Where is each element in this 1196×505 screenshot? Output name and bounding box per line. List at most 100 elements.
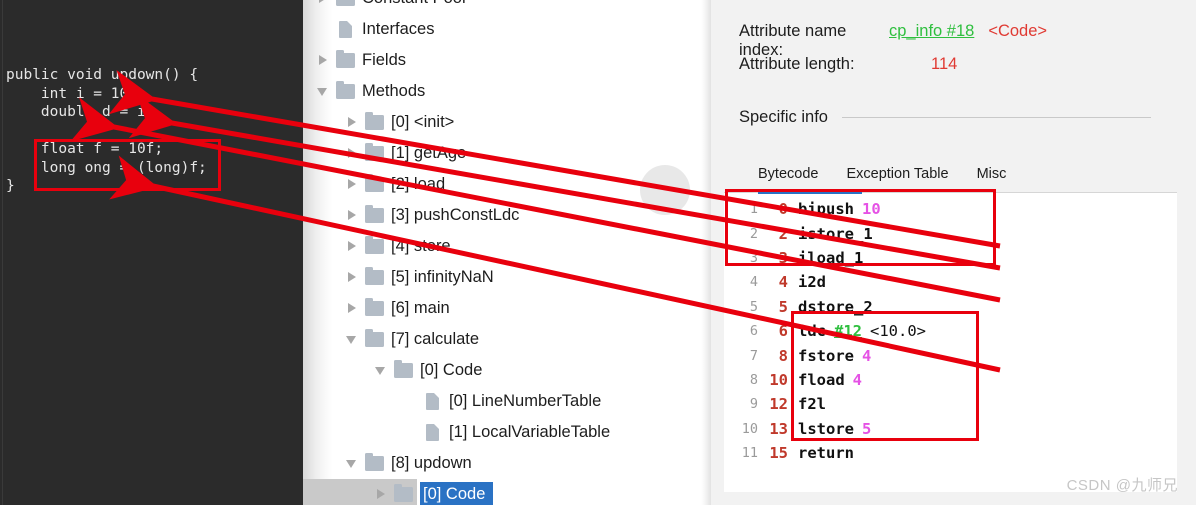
bytecode-offset: 15 (769, 444, 788, 463)
file-icon (339, 21, 352, 38)
folder-icon (365, 112, 384, 130)
tree-row-label: [3] pushConstLdc (391, 206, 520, 224)
tree-row-label: [7] calculate (391, 330, 480, 348)
file-icon (426, 393, 439, 410)
folder-icon (365, 143, 384, 161)
code-line: public void updown() { (6, 67, 199, 83)
tree-row[interactable]: [6] main (303, 293, 711, 324)
bytecode-row[interactable]: 11 15 return (724, 441, 1177, 465)
tree-row-label: [2] load (391, 175, 446, 193)
tree-row-label: Methods (362, 82, 426, 100)
tree-row[interactable]: Methods (303, 76, 711, 107)
tab-bytecode[interactable]: Bytecode (744, 166, 832, 190)
attribute-name-index-desc: <Code> (988, 22, 1048, 40)
tree-row-label: [6] main (391, 299, 450, 317)
tree-row[interactable]: [5] infinityNaN (303, 262, 711, 293)
bytecode-line-number: 10 (741, 420, 758, 437)
specific-info-divider (841, 117, 1151, 118)
tree-row[interactable]: [1] getAge (303, 138, 711, 169)
folder-icon (365, 236, 384, 254)
class-structure-tree-panel[interactable]: Constant Pool Interfaces Fields Methods [0] … (303, 0, 711, 505)
chevron-down-icon[interactable] (346, 457, 359, 470)
tree-row[interactable]: [0] <init> (303, 107, 711, 138)
tree-row-label: [1] LocalVariableTable (449, 423, 611, 441)
tab-misc[interactable]: Misc (963, 166, 1021, 190)
chevron-right-icon[interactable] (346, 147, 359, 160)
tree-row-list: Constant Pool Interfaces Fields Methods [0] … (303, 0, 711, 505)
bytecode-line-number: 5 (749, 298, 758, 315)
bytecode-mnemonic: return (798, 444, 854, 463)
folder-icon (394, 484, 413, 502)
tree-row[interactable]: Constant Pool (303, 0, 711, 14)
chevron-down-icon[interactable] (317, 85, 330, 98)
folder-icon (336, 0, 355, 6)
bytecode-line-number: 6 (749, 323, 758, 340)
bytecode-offset: 4 (778, 273, 788, 292)
tree-row-label: [0] <init> (391, 113, 455, 131)
bytecode-line-number: 8 (749, 371, 758, 388)
chevron-right-icon[interactable] (317, 0, 330, 5)
folder-icon (365, 329, 384, 347)
chevron-right-icon[interactable] (317, 54, 330, 67)
app-root: public void updown() { int i = 10; doubl… (0, 0, 1196, 505)
specific-info-label: Specific info (739, 108, 828, 126)
tree-row[interactable]: [8] updown (303, 448, 711, 479)
attribute-fields: Attribute name index: cp_info #18 <Code>… (739, 22, 1047, 88)
tree-row-label: Interfaces (362, 20, 435, 38)
chevron-right-icon[interactable] (346, 178, 359, 191)
chevron-right-icon[interactable] (346, 209, 359, 222)
tab-exception-table[interactable]: Exception Table (832, 166, 962, 190)
bytecode-line-number: 7 (749, 347, 758, 364)
folder-icon (394, 360, 413, 378)
tree-row[interactable]: [4] store (303, 231, 711, 262)
chevron-right-icon[interactable] (346, 116, 359, 129)
bytecode-annotation-box-lines-6-10 (791, 311, 979, 441)
chevron-right-icon[interactable] (375, 488, 388, 501)
attribute-length-value: 114 (931, 55, 958, 73)
chevron-right-icon[interactable] (346, 302, 359, 315)
tree-row-label: [4] store (391, 237, 451, 255)
folder-icon (365, 298, 384, 316)
folder-icon (336, 50, 355, 68)
watermark: CSDN @九师兄 (1066, 477, 1178, 494)
tree-row[interactable]: [0] LineNumberTable (303, 386, 711, 417)
tree-row[interactable]: [0] Code (303, 355, 711, 386)
bytecode-line-number: 11 (741, 445, 758, 462)
tree-row-label: [0] Code (420, 361, 483, 379)
attribute-name-index-row: Attribute name index: cp_info #18 <Code> (739, 22, 1048, 59)
code-line: double d = i; (6, 104, 155, 120)
chevron-right-icon[interactable] (346, 240, 359, 253)
tree-row-label: Fields (362, 51, 407, 69)
tree-row[interactable]: [1] LocalVariableTable (303, 417, 711, 448)
tree-row-label: [0] Code (420, 481, 494, 505)
file-icon (426, 424, 439, 441)
bytecode-mnemonic: i2d (798, 273, 826, 292)
bytecode-row[interactable]: 4 4 i2d (724, 270, 1177, 294)
chevron-down-icon[interactable] (375, 364, 388, 377)
tree-row-selected[interactable]: [0] Code (303, 479, 711, 505)
detail-tabs[interactable]: Bytecode Exception Table Misc (744, 166, 1020, 190)
cp-info-link[interactable]: cp_info #18 (889, 22, 974, 41)
attribute-length-label: Attribute length: (739, 55, 855, 73)
tree-row[interactable]: Fields (303, 45, 711, 76)
tree-row-label: [1] getAge (391, 144, 467, 162)
code-float-long-annotation-box (34, 139, 221, 191)
bytecode-annotation-box-lines-1-3 (725, 189, 996, 266)
folder-icon (365, 205, 384, 223)
specific-info-section-header: Specific info (739, 108, 1151, 127)
tree-row[interactable]: Interfaces (303, 14, 711, 45)
folder-icon (365, 453, 384, 471)
code-line: int i = 10; (6, 85, 137, 102)
editor-gutter-divider (2, 0, 3, 505)
source-code-editor[interactable]: public void updown() { int i = 10; doubl… (0, 0, 303, 505)
folder-icon (336, 81, 355, 99)
tree-row[interactable]: [7] calculate (303, 324, 711, 355)
tree-row-label: [0] LineNumberTable (449, 392, 602, 410)
chevron-right-icon[interactable] (346, 271, 359, 284)
tree-row-label: [8] updown (391, 454, 472, 472)
chevron-down-icon[interactable] (346, 333, 359, 346)
tree-row-label: Constant Pool (362, 0, 472, 8)
